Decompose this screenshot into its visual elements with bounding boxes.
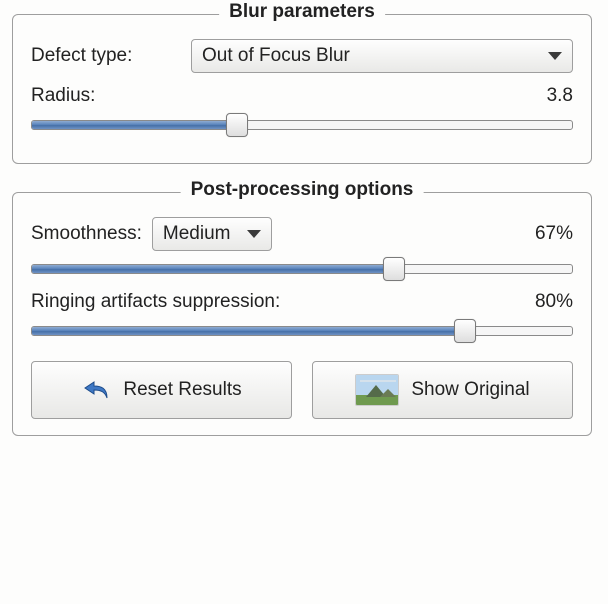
ringing-fill bbox=[32, 327, 464, 335]
smoothness-value: 67% bbox=[535, 223, 573, 245]
smoothness-select[interactable]: Medium bbox=[152, 217, 272, 251]
undo-icon bbox=[81, 378, 111, 402]
radius-thumb[interactable] bbox=[226, 113, 248, 137]
radius-label: Radius: bbox=[31, 85, 95, 107]
smoothness-selected: Medium bbox=[163, 223, 231, 245]
smoothness-thumb[interactable] bbox=[383, 257, 405, 281]
show-original-label: Show Original bbox=[411, 379, 529, 401]
radius-slider[interactable] bbox=[31, 113, 573, 137]
defect-type-selected: Out of Focus Blur bbox=[202, 45, 350, 67]
defect-type-row: Defect type: Out of Focus Blur bbox=[31, 39, 573, 73]
smoothness-slider[interactable] bbox=[31, 257, 573, 281]
defect-type-label: Defect type: bbox=[31, 45, 191, 67]
radius-value: 3.8 bbox=[547, 85, 573, 107]
smoothness-fill bbox=[32, 265, 394, 273]
chevron-down-icon bbox=[548, 52, 562, 60]
ringing-value: 80% bbox=[535, 291, 573, 313]
defect-type-select[interactable]: Out of Focus Blur bbox=[191, 39, 573, 73]
ringing-slider[interactable] bbox=[31, 319, 573, 343]
reset-results-label: Reset Results bbox=[123, 379, 241, 401]
blur-parameters-title: Blur parameters bbox=[219, 1, 385, 23]
radius-track bbox=[31, 120, 573, 130]
post-processing-panel: Post-processing options Smoothness: Medi… bbox=[12, 192, 592, 436]
button-row: Reset Results Show Original bbox=[31, 361, 573, 419]
ringing-track bbox=[31, 326, 573, 336]
image-thumbnail-icon bbox=[355, 374, 399, 406]
ringing-thumb[interactable] bbox=[454, 319, 476, 343]
smoothness-track bbox=[31, 264, 573, 274]
post-processing-title: Post-processing options bbox=[181, 179, 424, 201]
blur-parameters-panel: Blur parameters Defect type: Out of Focu… bbox=[12, 14, 592, 164]
reset-results-button[interactable]: Reset Results bbox=[31, 361, 292, 419]
smoothness-row: Smoothness: Medium 67% bbox=[31, 217, 573, 251]
ringing-label: Ringing artifacts suppression: bbox=[31, 291, 280, 313]
chevron-down-icon bbox=[247, 230, 261, 238]
radius-fill bbox=[32, 121, 237, 129]
show-original-button[interactable]: Show Original bbox=[312, 361, 573, 419]
ringing-row: Ringing artifacts suppression: 80% bbox=[31, 291, 573, 313]
radius-row: Radius: 3.8 bbox=[31, 85, 573, 107]
smoothness-label: Smoothness: bbox=[31, 223, 142, 245]
